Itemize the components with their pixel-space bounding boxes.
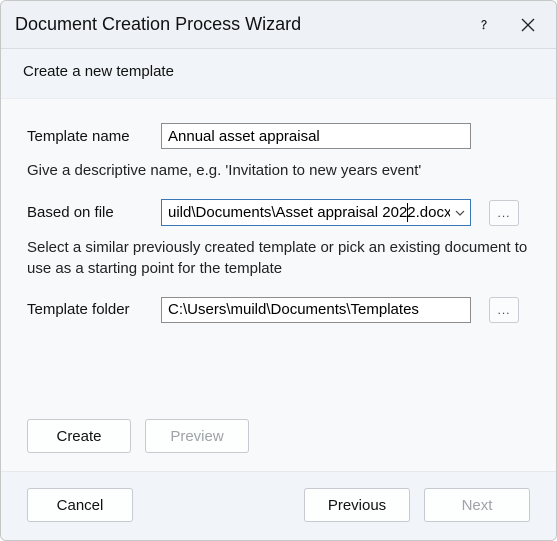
folder-browse-button[interactable]: ... xyxy=(489,297,519,323)
based-on-combobox[interactable]: uild\Documents\Asset appraisal 2022.docx xyxy=(161,199,471,226)
based-on-row: Based on file uild\Documents\Asset appra… xyxy=(27,199,530,226)
content-actions: Create Preview xyxy=(27,399,530,453)
based-on-browse-button[interactable]: ... xyxy=(489,200,519,226)
chevron-down-icon xyxy=(455,210,465,216)
titlebar: Document Creation Process Wizard xyxy=(1,1,556,49)
based-on-helper: Select a similar previously created temp… xyxy=(27,238,530,279)
wizard-window: Document Creation Process Wizard Create … xyxy=(0,0,557,541)
folder-label: Template folder xyxy=(27,301,161,318)
preview-button[interactable]: Preview xyxy=(145,419,249,453)
next-button[interactable]: Next xyxy=(424,488,530,522)
wizard-footer: Cancel Previous Next xyxy=(1,472,556,540)
combobox-arrow[interactable] xyxy=(450,200,470,225)
window-title: Document Creation Process Wizard xyxy=(15,14,462,35)
close-icon xyxy=(521,18,535,32)
template-name-row: Template name xyxy=(27,123,530,149)
help-icon xyxy=(477,18,491,32)
create-button[interactable]: Create xyxy=(27,419,131,453)
wizard-subtitle: Create a new template xyxy=(1,49,556,98)
close-button[interactable] xyxy=(506,5,550,45)
footer-spacer xyxy=(133,488,304,522)
help-button[interactable] xyxy=(462,5,506,45)
based-on-label: Based on file xyxy=(27,204,161,221)
cancel-button[interactable]: Cancel xyxy=(27,488,133,522)
folder-input[interactable] xyxy=(161,297,471,323)
template-name-helper: Give a descriptive name, e.g. 'Invitatio… xyxy=(27,161,530,181)
template-name-label: Template name xyxy=(27,128,161,145)
text-caret xyxy=(407,203,408,222)
previous-button[interactable]: Previous xyxy=(304,488,410,522)
folder-row: Template folder ... xyxy=(27,297,530,323)
wizard-content: Template name Give a descriptive name, e… xyxy=(1,98,556,472)
template-name-input[interactable] xyxy=(161,123,471,149)
